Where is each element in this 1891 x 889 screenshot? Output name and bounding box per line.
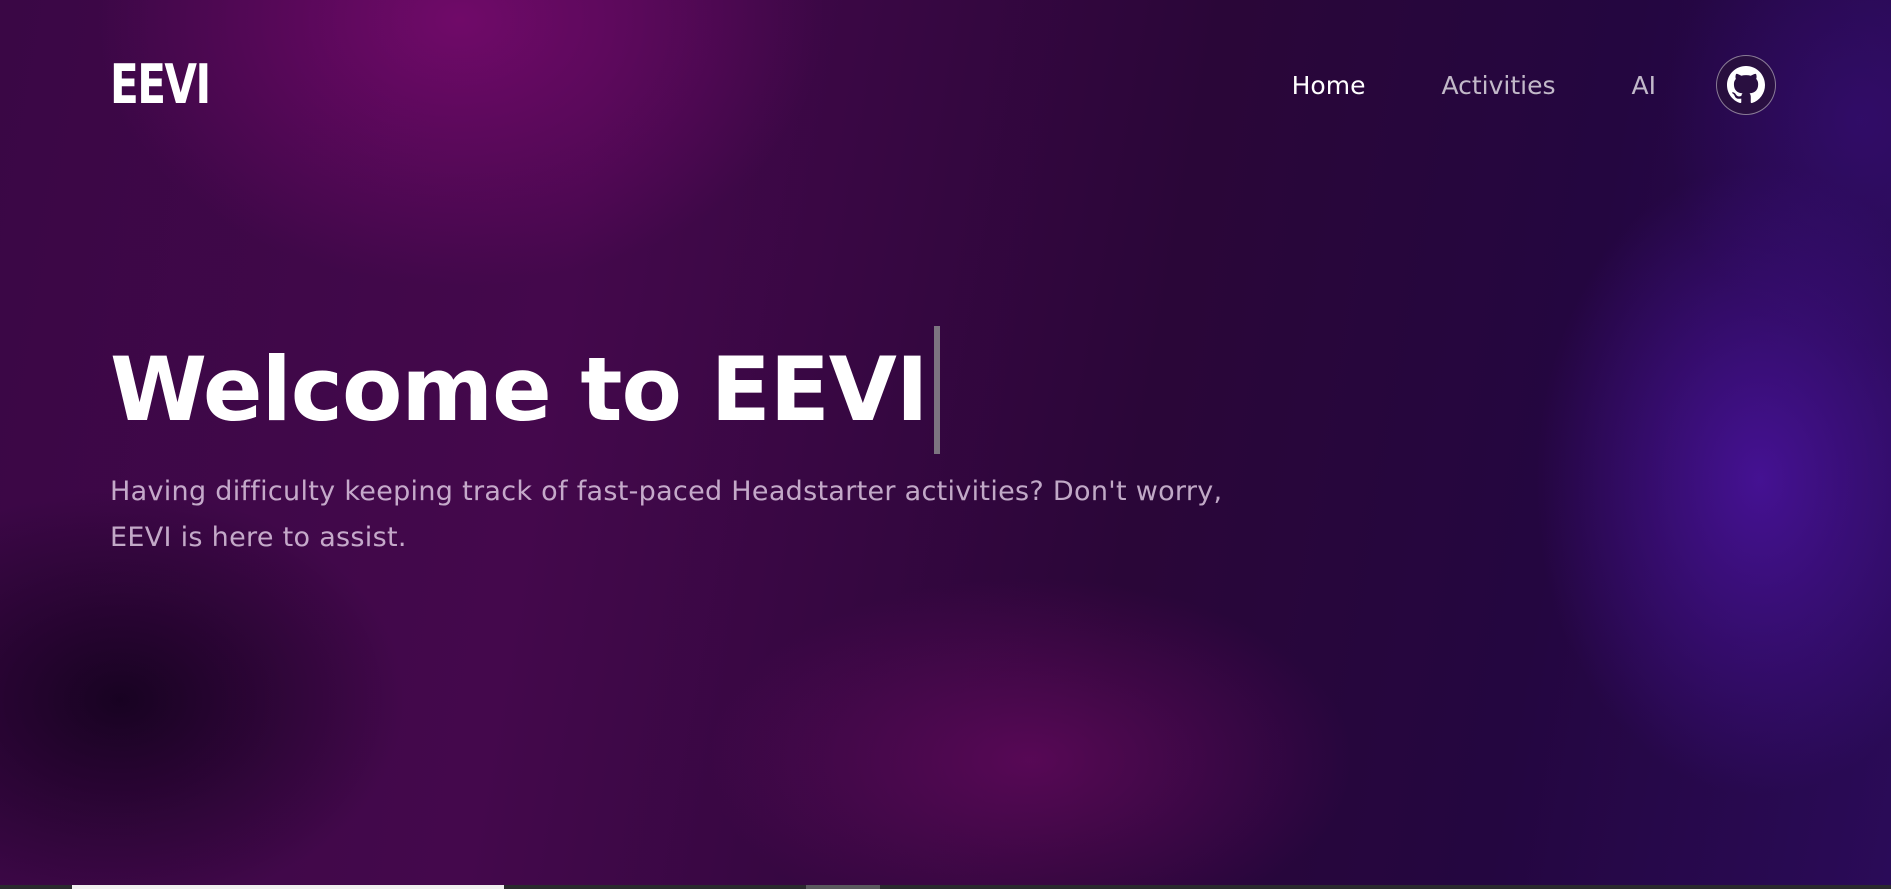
hero-section: Welcome to EEVI Having difficulty keepin… [110, 325, 1250, 588]
nav-ai-link[interactable]: AI [1632, 71, 1656, 100]
github-button[interactable] [1716, 55, 1776, 115]
nav-home-link[interactable]: Home [1292, 71, 1366, 100]
scrollbar-marker [806, 885, 880, 889]
hero-subtitle: Having difficulty keeping track of fast-… [110, 476, 1223, 553]
landing-page: EEVI Home Activities AI Welcome to EEVI … [0, 0, 1891, 889]
github-icon [1727, 66, 1765, 104]
typing-cursor [933, 326, 940, 454]
logo[interactable]: EEVI [110, 54, 211, 116]
top-nav: Home Activities AI [1292, 52, 1776, 118]
hero-title-wrap: Welcome to EEVI [110, 325, 1250, 455]
nav-activities-link[interactable]: Activities [1441, 71, 1555, 100]
horizontal-scrollbar[interactable] [0, 885, 1891, 889]
scrollbar-thumb[interactable] [72, 885, 504, 889]
hero-title: Welcome to EEVI [110, 338, 929, 441]
